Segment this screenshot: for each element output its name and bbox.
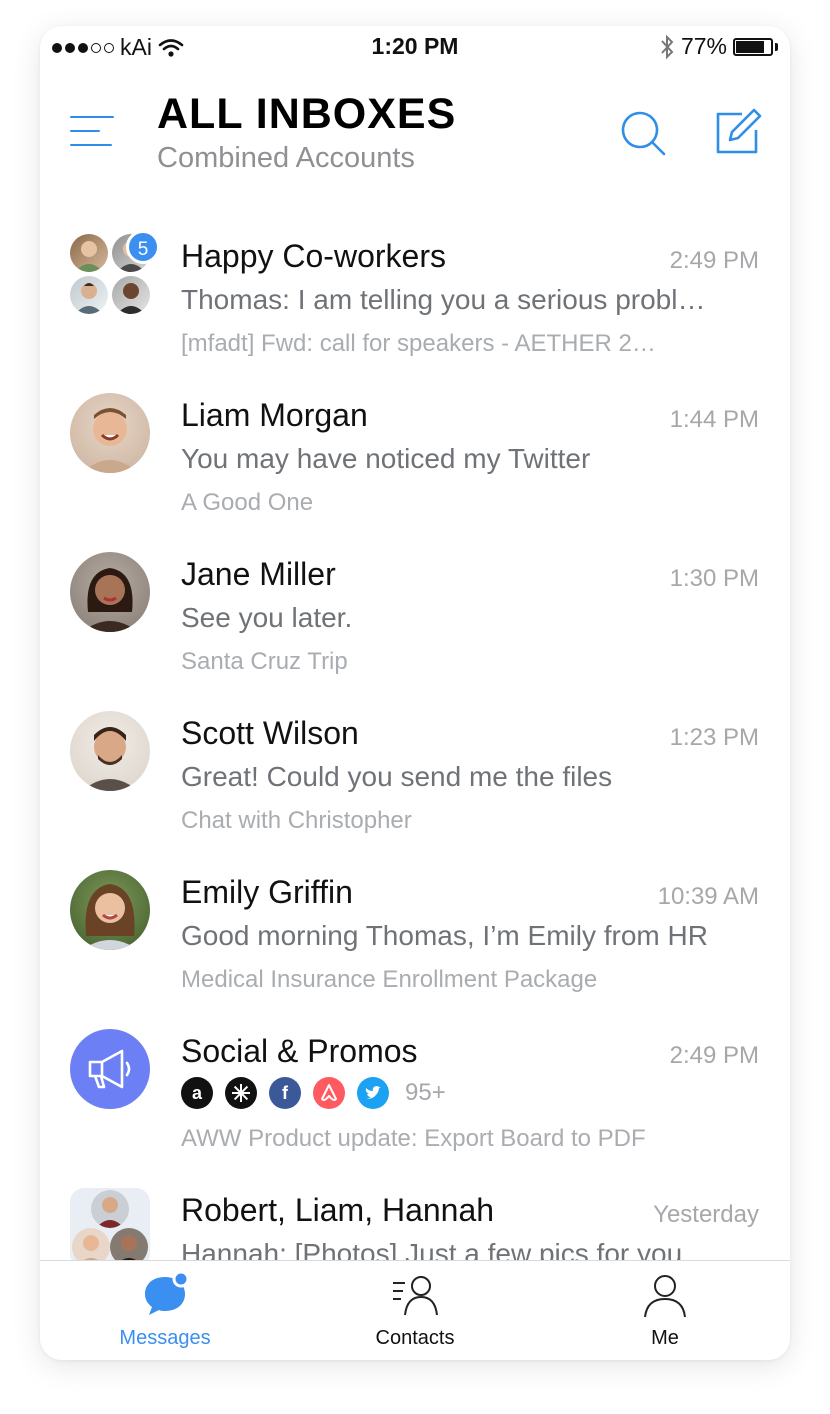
tab-bar: Messages Contacts Me [40, 1260, 790, 1360]
airbnb-icon [313, 1077, 345, 1109]
message-preview: Thomas: I am telling you a serious probl… [181, 284, 711, 315]
conversation-row[interactable]: Liam Morgan 1:44 PM You may have noticed… [40, 369, 790, 528]
conversation-time: 2:49 PM [669, 1042, 759, 1069]
tab-label: Me [651, 1327, 679, 1349]
conversation-time: 2:49 PM [669, 247, 759, 274]
conversation-time: 1:44 PM [669, 406, 759, 433]
conversation-name: Social & Promos [181, 1033, 418, 1069]
conversation-list[interactable]: 5 Happy Co-workers 2:49 PM Thomas: I am … [40, 210, 790, 1260]
bluetooth-icon [661, 34, 674, 59]
social-sources: a f 95+ [181, 1077, 446, 1109]
tab-label: Messages [119, 1327, 211, 1349]
conversation-time: 1:30 PM [669, 565, 759, 592]
conversation-row[interactable]: 5 Happy Co-workers 2:49 PM Thomas: I am … [40, 210, 790, 369]
message-preview: Hannah: [Photos] Just a few pics for you [181, 1238, 683, 1260]
conversation-subject: AWW Product update: Export Board to PDF [181, 1125, 646, 1152]
amazon-icon: a [181, 1077, 213, 1109]
conversation-subject: Santa Cruz Trip [181, 648, 348, 675]
group-avatar [70, 1188, 150, 1260]
hamburger-menu-icon[interactable] [70, 114, 114, 148]
conversation-row[interactable]: Social & Promos 2:49 PM a f 95+ AWW Prod… [40, 1005, 790, 1164]
phone-screen: kAi 1:20 PM 77% ALL INBOXES Combined Acc… [40, 26, 790, 1360]
avatar [70, 711, 150, 791]
conversation-subject: Medical Insurance Enrollment Package [181, 966, 598, 993]
chat-bubble-icon [145, 1271, 189, 1315]
megaphone-icon [88, 1049, 131, 1089]
conversation-row[interactable]: Scott Wilson 1:23 PM Great! Could you se… [40, 687, 790, 846]
conversation-time: Yesterday [653, 1201, 759, 1228]
tab-label: Contacts [375, 1327, 455, 1349]
page-subtitle: Combined Accounts [157, 142, 415, 174]
avatar [70, 393, 150, 473]
message-preview: You may have noticed my Twitter [181, 443, 591, 474]
conversation-subject: A Good One [181, 489, 314, 516]
promo-avatar [70, 1029, 150, 1109]
facebook-icon: f [269, 1077, 301, 1109]
search-icon[interactable] [620, 110, 668, 158]
conversation-name: Scott Wilson [181, 715, 359, 751]
snowflake-icon [225, 1077, 257, 1109]
unread-count-badge: 5 [126, 230, 160, 264]
conversation-subject: [mfadt] Fwd: call for speakers - AETHER … [181, 330, 661, 357]
conversation-subject: Chat with Christopher [181, 807, 412, 834]
avatar [70, 870, 150, 950]
page-title: ALL INBOXES [157, 90, 457, 138]
conversation-row[interactable]: Robert, Liam, Hannah Yesterday Hannah: [… [40, 1164, 790, 1260]
social-count: 95+ [405, 1079, 446, 1106]
battery-icon [733, 37, 773, 56]
tab-me[interactable]: Me [540, 1261, 790, 1360]
conversation-name: Robert, Liam, Hannah [181, 1192, 495, 1228]
conversation-time: 1:23 PM [669, 724, 759, 751]
compose-icon[interactable] [714, 108, 762, 156]
tab-contacts[interactable]: Contacts [290, 1261, 540, 1360]
conversation-name: Jane Miller [181, 556, 336, 592]
battery-percent: 77% [680, 33, 727, 59]
contacts-icon [393, 1276, 438, 1316]
tab-messages[interactable]: Messages [40, 1261, 290, 1360]
conversation-row[interactable]: Jane Miller 1:30 PM See you later. Santa… [40, 528, 790, 687]
message-preview: See you later. [181, 602, 353, 633]
conversation-name: Liam Morgan [181, 397, 368, 433]
conversation-row[interactable]: Emily Griffin 10:39 AM Good morning Thom… [40, 846, 790, 1005]
status-bar: kAi 1:20 PM 77% [40, 26, 790, 66]
twitter-icon [357, 1077, 389, 1109]
conversation-name: Emily Griffin [181, 874, 353, 910]
conversation-name: Happy Co-workers [181, 238, 446, 274]
avatar [70, 552, 150, 632]
conversation-time: 10:39 AM [657, 883, 759, 910]
message-preview: Great! Could you send me the files [181, 761, 613, 792]
message-preview: Good morning Thomas, I’m Emily from HR [181, 920, 708, 951]
person-icon [644, 1275, 686, 1318]
